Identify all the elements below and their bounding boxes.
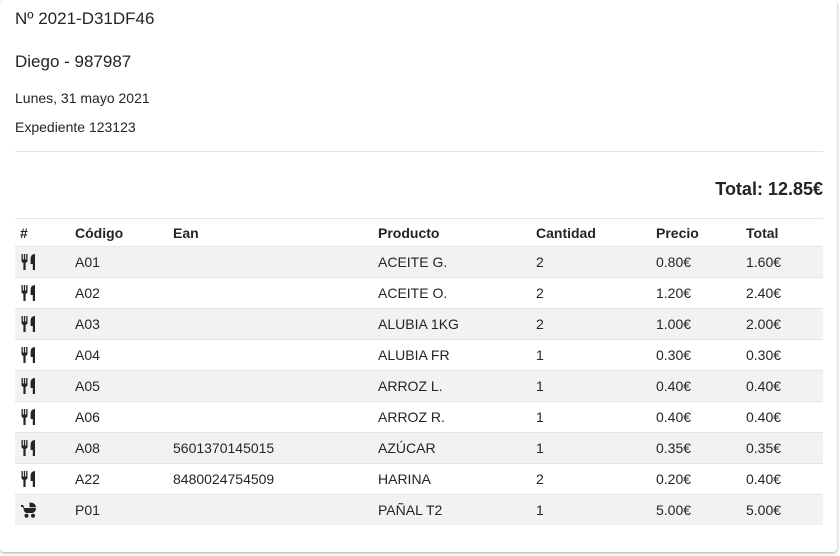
row-icon-cell <box>15 308 70 340</box>
cell-cantidad: 1 <box>531 401 651 433</box>
row-icon-cell <box>15 277 70 309</box>
row-icon-cell <box>15 432 70 464</box>
table-row: A04 ALUBIA FR 1 0.30€ 0.30€ <box>15 339 823 371</box>
cell-ean <box>168 339 373 371</box>
row-icon-cell <box>15 246 70 278</box>
items-table: # Código Ean Producto Cantidad Precio To… <box>15 218 823 525</box>
cell-ean <box>168 308 373 340</box>
cell-cantidad: 1 <box>531 494 651 525</box>
cell-precio: 0.30€ <box>651 339 741 371</box>
cell-ean: 5601370145015 <box>168 432 373 464</box>
column-header-producto: Producto <box>373 218 531 247</box>
cutlery-icon <box>20 377 38 395</box>
cell-cantidad: 2 <box>531 308 651 340</box>
cell-codigo: A03 <box>70 308 168 340</box>
cell-precio: 5.00€ <box>651 494 741 525</box>
cutlery-icon <box>20 253 38 271</box>
cell-total: 1.60€ <box>741 246 823 278</box>
row-icon-cell <box>15 463 70 495</box>
cell-producto: ALUBIA 1KG <box>373 308 531 340</box>
cell-codigo: A02 <box>70 277 168 309</box>
client-name: Diego - 987987 <box>15 52 132 71</box>
cell-precio: 0.20€ <box>651 463 741 495</box>
cell-codigo: A08 <box>70 432 168 464</box>
cutlery-icon <box>20 408 38 426</box>
cell-total: 0.40€ <box>741 370 823 402</box>
order-total: Total: 12.85€ <box>715 179 823 199</box>
row-icon-cell <box>15 401 70 433</box>
cell-producto: ACEITE G. <box>373 246 531 278</box>
cell-precio: 0.40€ <box>651 370 741 402</box>
cell-cantidad: 1 <box>531 432 651 464</box>
cell-ean <box>168 401 373 433</box>
baby-carriage-icon <box>20 501 38 519</box>
cell-precio: 0.80€ <box>651 246 741 278</box>
cell-ean <box>168 246 373 278</box>
cell-cantidad: 1 <box>531 339 651 371</box>
table-row: A01 ACEITE G. 2 0.80€ 1.60€ <box>15 246 823 278</box>
row-icon-cell <box>15 370 70 402</box>
cell-producto: AZÚCAR <box>373 432 531 464</box>
cell-producto: HARINA <box>373 463 531 495</box>
cutlery-icon <box>20 470 38 488</box>
column-header-ean: Ean <box>168 218 373 247</box>
cell-codigo: A04 <box>70 339 168 371</box>
divider <box>15 151 823 152</box>
column-header-cantidad: Cantidad <box>531 218 651 247</box>
column-header-precio: Precio <box>651 218 741 247</box>
order-card: Nº 2021-D31DF46 Diego - 987987 Lunes, 31… <box>0 0 837 552</box>
cell-cantidad: 2 <box>531 246 651 278</box>
column-header-codigo: Código <box>70 218 168 247</box>
cell-ean: 8480024754509 <box>168 463 373 495</box>
cell-precio: 0.40€ <box>651 401 741 433</box>
cell-codigo: A01 <box>70 246 168 278</box>
cell-total: 0.35€ <box>741 432 823 464</box>
cell-total: 2.40€ <box>741 277 823 309</box>
cell-producto: ARROZ R. <box>373 401 531 433</box>
table-row: A05 ARROZ L. 1 0.40€ 0.40€ <box>15 370 823 402</box>
cell-producto: ARROZ L. <box>373 370 531 402</box>
cutlery-icon <box>20 284 38 302</box>
table-row: P01 PAÑAL T2 1 5.00€ 5.00€ <box>15 494 823 525</box>
cell-producto: PAÑAL T2 <box>373 494 531 525</box>
order-date: Lunes, 31 mayo 2021 <box>15 90 150 106</box>
expediente-number: Expediente 123123 <box>15 119 136 135</box>
cell-total: 0.40€ <box>741 401 823 433</box>
table-row: A08 5601370145015 AZÚCAR 1 0.35€ 0.35€ <box>15 432 823 464</box>
cell-total: 2.00€ <box>741 308 823 340</box>
cutlery-icon <box>20 346 38 364</box>
cell-codigo: A22 <box>70 463 168 495</box>
table-row: A03 ALUBIA 1KG 2 1.00€ 2.00€ <box>15 308 823 340</box>
cutlery-icon <box>20 315 38 333</box>
table-row: A22 8480024754509 HARINA 2 0.20€ 0.40€ <box>15 463 823 495</box>
row-icon-cell <box>15 339 70 371</box>
row-icon-cell <box>15 494 70 525</box>
column-header-index: # <box>15 218 70 247</box>
cell-precio: 1.20€ <box>651 277 741 309</box>
cell-total: 0.40€ <box>741 463 823 495</box>
cell-producto: ALUBIA FR <box>373 339 531 371</box>
cell-precio: 0.35€ <box>651 432 741 464</box>
cutlery-icon <box>20 439 38 457</box>
cell-ean <box>168 370 373 402</box>
table-row: A02 ACEITE O. 2 1.20€ 2.40€ <box>15 277 823 309</box>
cell-total: 0.30€ <box>741 339 823 371</box>
cell-producto: ACEITE O. <box>373 277 531 309</box>
cell-ean <box>168 277 373 309</box>
cell-cantidad: 1 <box>531 370 651 402</box>
cell-codigo: A05 <box>70 370 168 402</box>
cell-total: 5.00€ <box>741 494 823 525</box>
cell-codigo: P01 <box>70 494 168 525</box>
order-number: Nº 2021-D31DF46 <box>15 9 155 28</box>
column-header-total: Total <box>741 218 823 247</box>
cell-ean <box>168 494 373 525</box>
table-header-row: # Código Ean Producto Cantidad Precio To… <box>15 218 823 247</box>
cell-cantidad: 2 <box>531 277 651 309</box>
cell-codigo: A06 <box>70 401 168 433</box>
table-row: A06 ARROZ R. 1 0.40€ 0.40€ <box>15 401 823 433</box>
cell-precio: 1.00€ <box>651 308 741 340</box>
cell-cantidad: 2 <box>531 463 651 495</box>
